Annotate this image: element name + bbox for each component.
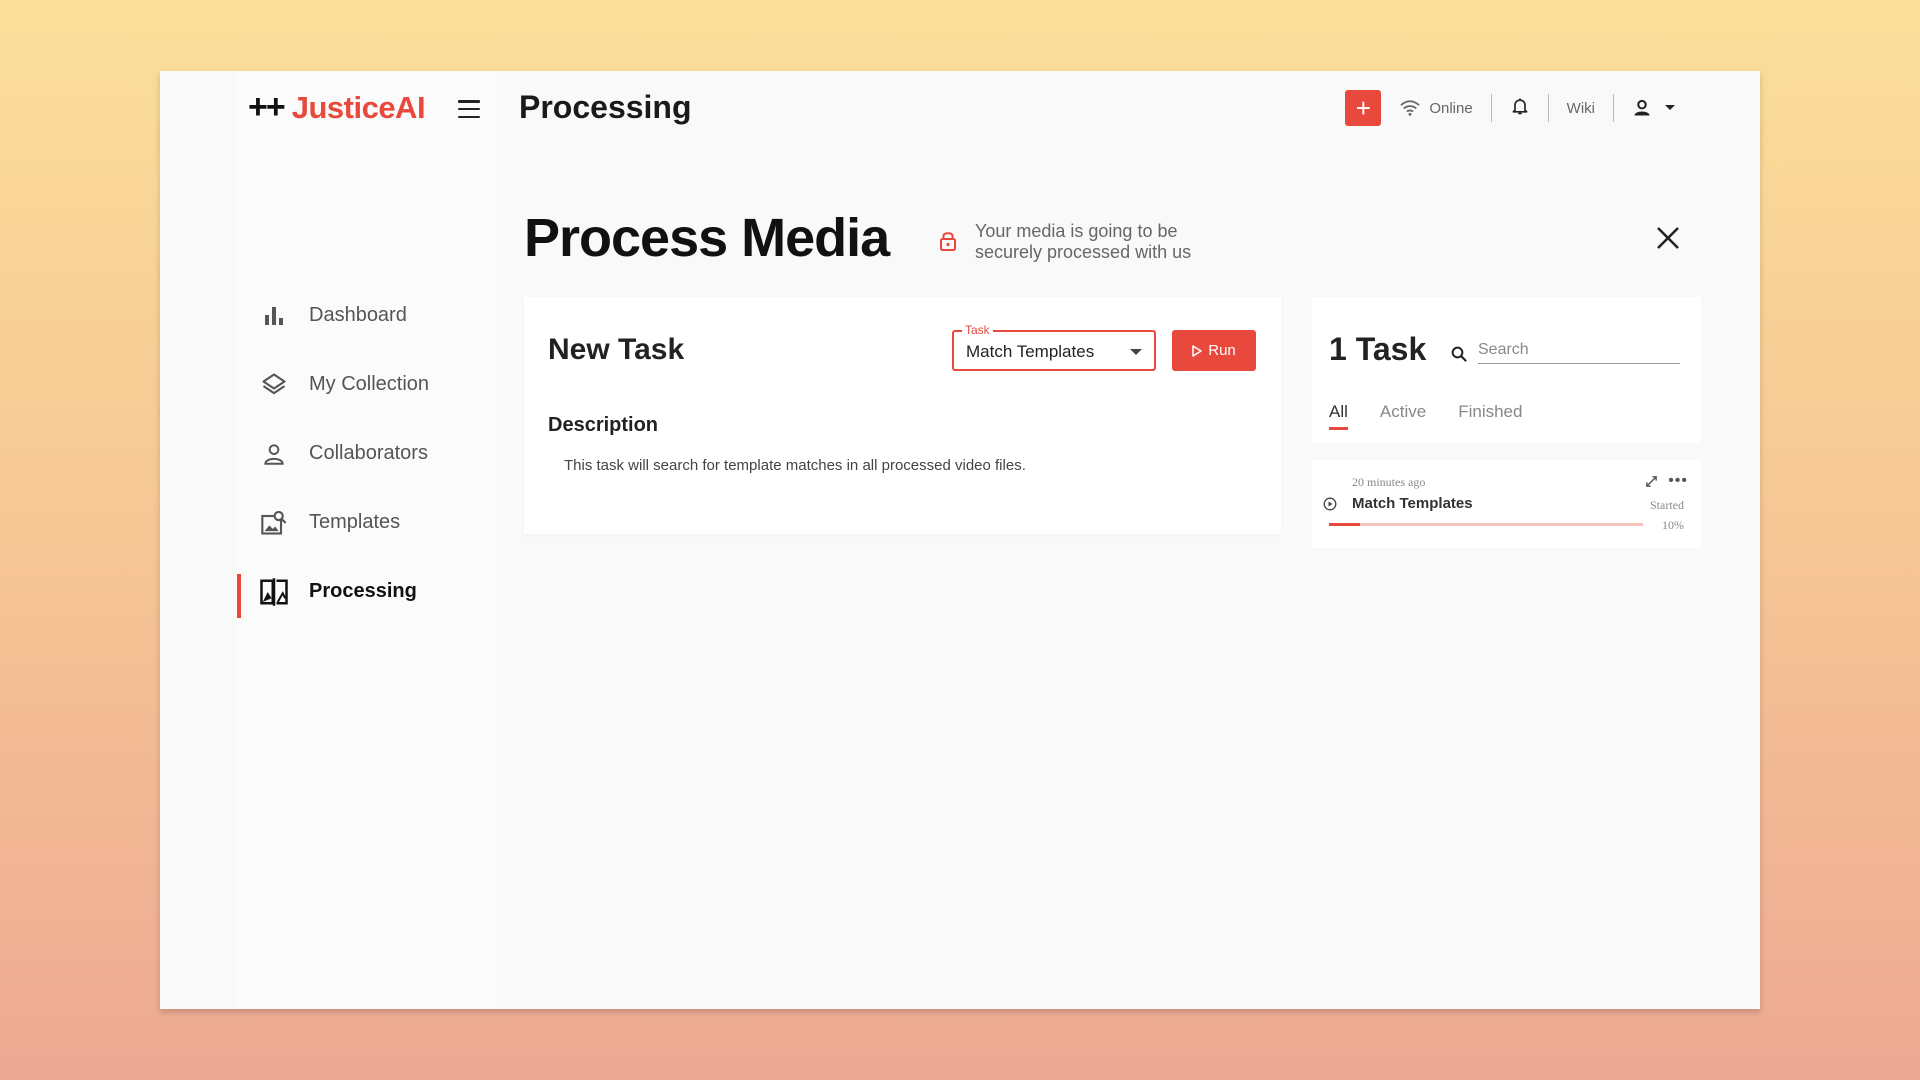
chevron-down-icon: [1665, 105, 1675, 110]
logo-text: JusticeAI: [291, 89, 426, 125]
run-button[interactable]: Run: [1172, 330, 1256, 371]
task-count: 1 Task: [1329, 331, 1427, 367]
image-search-icon: [259, 508, 289, 538]
sidebar-item-label: Dashboard: [309, 304, 407, 326]
add-button[interactable]: +: [1345, 90, 1382, 126]
task-timestamp: 20 minutes ago: [1352, 475, 1426, 489]
status-label: Online: [1429, 99, 1473, 117]
progress-percent: 10%: [1662, 518, 1684, 532]
description-heading: Description: [548, 414, 659, 436]
sidebar-nav: Dashboard My Collection Collaborators Te…: [237, 281, 503, 626]
lock-icon: [939, 229, 957, 258]
run-label: Run: [1208, 342, 1236, 359]
task-select-label: Task: [962, 323, 993, 337]
description-text: This task will search for template match…: [564, 457, 1026, 474]
task-list-panel: 1 Task All Active Finished: [1312, 297, 1701, 443]
sidebar-item-templates[interactable]: Templates: [237, 488, 503, 557]
sidebar-item-dashboard[interactable]: Dashboard: [237, 281, 503, 350]
new-task-title: New Task: [548, 333, 685, 366]
sidebar-item-label: Collaborators: [309, 442, 428, 464]
bell-icon[interactable]: [1510, 95, 1530, 122]
search-input[interactable]: [1478, 337, 1680, 364]
compare-icon: [259, 577, 289, 607]
plus-icon: +: [1355, 92, 1371, 123]
divider: [1547, 94, 1549, 122]
page-title: Processing: [519, 89, 692, 125]
sidebar-item-label: Processing: [309, 580, 417, 602]
expand-icon[interactable]: [1645, 475, 1658, 488]
close-icon[interactable]: [1656, 226, 1680, 250]
person-icon: [259, 439, 289, 469]
layers-icon: [259, 370, 289, 400]
sidebar-item-collaborators[interactable]: Collaborators: [237, 419, 503, 488]
wiki-link[interactable]: Wiki: [1567, 100, 1595, 117]
bar-chart-icon: [259, 301, 289, 331]
task-select-value: Match Templates: [966, 342, 1095, 361]
task-actions: •••: [1645, 472, 1688, 490]
section-heading: Process Media: [524, 208, 890, 268]
sidebar-item-label: My Collection: [309, 373, 430, 395]
divider: [1490, 94, 1492, 122]
new-task-card: New Task Task Match Templates Run Descri…: [524, 297, 1281, 534]
tab-finished[interactable]: Finished: [1458, 402, 1522, 430]
sidebar-item-processing[interactable]: Processing: [237, 557, 503, 626]
task-list-item[interactable]: 20 minutes ago Match Templates ••• Start…: [1312, 460, 1701, 548]
play-icon: [1192, 344, 1203, 357]
security-note: Your media is going to be securely proce…: [939, 221, 1205, 263]
play-circle-icon[interactable]: [1323, 497, 1337, 516]
divider: [1613, 94, 1614, 122]
tab-active[interactable]: Active: [1380, 402, 1426, 430]
connection-status: Online: [1399, 99, 1473, 117]
tab-all[interactable]: All: [1329, 402, 1348, 430]
security-text: Your media is going to be securely proce…: [975, 221, 1192, 262]
logo[interactable]: ++ JusticeAI: [248, 88, 426, 127]
top-bar: + Online Wiki: [1345, 90, 1680, 126]
sidebar-item-my-collection[interactable]: My Collection: [237, 350, 503, 419]
menu-icon[interactable]: [458, 100, 480, 118]
logo-symbol: ++: [248, 88, 286, 126]
sidebar-item-label: Templates: [309, 511, 401, 533]
task-search: [1450, 337, 1680, 364]
progress-fill: [1329, 523, 1361, 526]
dropdown-arrow-icon: [1130, 349, 1142, 355]
wifi-icon: [1400, 100, 1420, 116]
user-icon: [1634, 99, 1650, 116]
app-window: ++ JusticeAI Dashboard My Collection Col…: [160, 71, 1760, 1009]
progress-bar: [1329, 523, 1643, 526]
search-icon: [1451, 346, 1467, 362]
user-menu[interactable]: [1632, 98, 1680, 118]
task-name: Match Templates: [1352, 495, 1473, 512]
task-status: Started: [1650, 498, 1684, 512]
task-select[interactable]: Task Match Templates: [952, 323, 1156, 371]
task-tabs: All Active Finished: [1329, 402, 1554, 430]
more-options-icon[interactable]: •••: [1668, 472, 1688, 490]
